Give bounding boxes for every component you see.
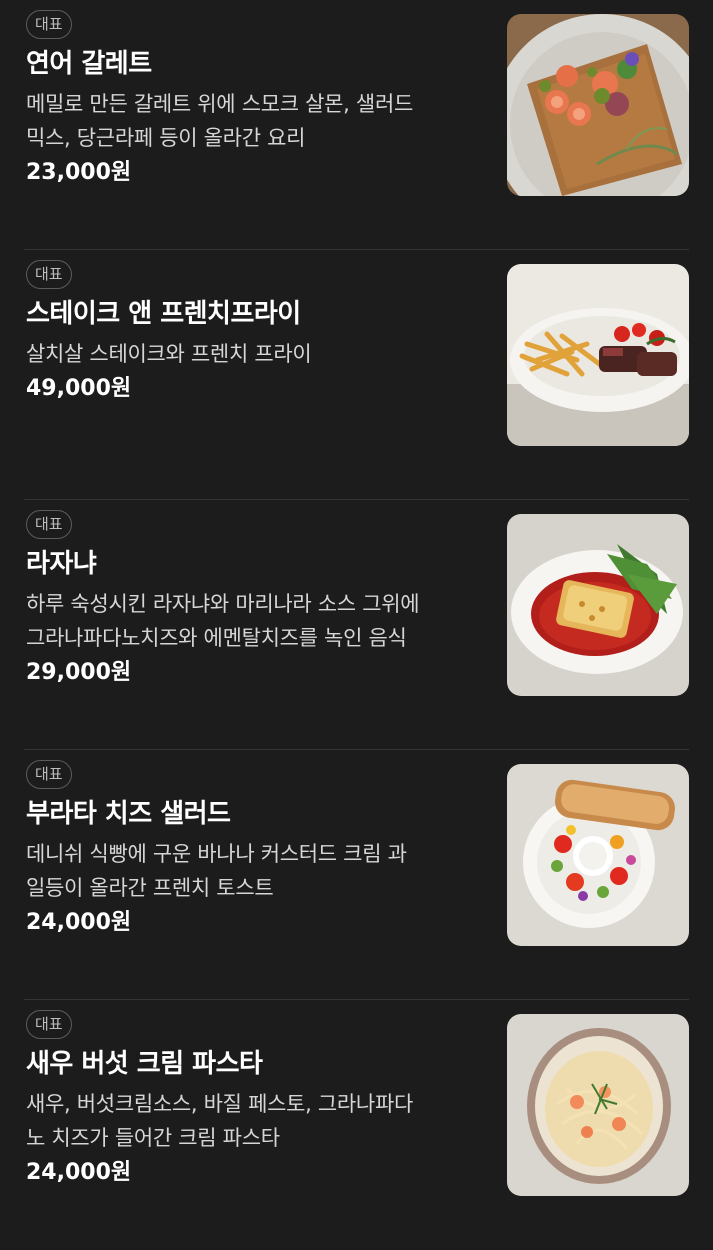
- menu-item-text: 대표 스테이크 앤 프렌치프라이 살치살 스테이크와 프렌치 프라이 49,00…: [26, 260, 476, 405]
- menu-item-burrata-salad[interactable]: 대표 부라타 치즈 샐러드 데니쉬 식빵에 구운 바나나 커스터드 크림 과 일…: [24, 750, 689, 1000]
- description-line: 데니쉬 식빵에 구운 바나나 커스터드 크림 과: [26, 842, 407, 866]
- menu-item-price: 29,000원: [26, 660, 132, 685]
- galette-photo-icon: [507, 14, 689, 196]
- galette-photo[interactable]: [507, 14, 689, 196]
- menu-item-name: 연어 갈레트: [26, 49, 152, 79]
- menu-item-description: 메밀로 만든 갈레트 위에 스모크 살몬, 샐러드 믹스, 당근라페 등이 올라…: [26, 87, 476, 155]
- steak-fries-photo-icon: [507, 264, 689, 446]
- signature-badge: 대표: [26, 1010, 72, 1039]
- menu-item-description: 데니쉬 식빵에 구운 바나나 커스터드 크림 과 일등이 올라간 프렌치 토스트: [26, 837, 476, 905]
- steak-fries-photo[interactable]: [507, 264, 689, 446]
- menu-item-price: 23,000원: [26, 160, 132, 185]
- burrata-salad-photo[interactable]: [507, 764, 689, 946]
- description-line: 살치살 스테이크와 프렌치 프라이: [26, 342, 312, 366]
- menu-item-price: 24,000원: [26, 910, 132, 935]
- description-line: 새우, 버섯크림소스, 바질 페스토, 그라나파다: [26, 1092, 413, 1116]
- menu-item-text: 대표 새우 버섯 크림 파스타 새우, 버섯크림소스, 바질 페스토, 그라나파…: [26, 1010, 476, 1189]
- menu-item-lasagna[interactable]: 대표 라자냐 하루 숙성시킨 라자냐와 마리나라 소스 그위에 그라나파다노치즈…: [24, 500, 689, 750]
- signature-badge: 대표: [26, 10, 72, 39]
- menu-item-price: 49,000원: [26, 376, 132, 401]
- description-line: 그라나파다노치즈와 에멘탈치즈를 녹인 음식: [26, 626, 407, 650]
- menu-item-text: 대표 연어 갈레트 메밀로 만든 갈레트 위에 스모크 살몬, 샐러드 믹스, …: [26, 10, 476, 189]
- menu-item-salmon-galette[interactable]: 대표 연어 갈레트 메밀로 만든 갈레트 위에 스모크 살몬, 샐러드 믹스, …: [24, 0, 689, 250]
- menu-item-description: 하루 숙성시킨 라자냐와 마리나라 소스 그위에 그라나파다노치즈와 에멘탈치즈…: [26, 587, 476, 655]
- menu-item-name: 라자냐: [26, 549, 97, 579]
- menu-item-name: 새우 버섯 크림 파스타: [26, 1049, 263, 1079]
- menu-item-description: 살치살 스테이크와 프렌치 프라이: [26, 337, 476, 371]
- menu-item-description: 새우, 버섯크림소스, 바질 페스토, 그라나파다 노 치즈가 들어간 크림 파…: [26, 1087, 476, 1155]
- menu-list: 대표 연어 갈레트 메밀로 만든 갈레트 위에 스모크 살몬, 샐러드 믹스, …: [0, 0, 713, 1250]
- signature-badge: 대표: [26, 260, 72, 289]
- signature-badge: 대표: [26, 510, 72, 539]
- lasagna-photo-icon: [507, 514, 689, 696]
- description-line: 믹스, 당근라페 등이 올라간 요리: [26, 126, 306, 150]
- lasagna-photo[interactable]: [507, 514, 689, 696]
- menu-item-text: 대표 라자냐 하루 숙성시킨 라자냐와 마리나라 소스 그위에 그라나파다노치즈…: [26, 510, 476, 689]
- signature-badge: 대표: [26, 760, 72, 789]
- menu-item-text: 대표 부라타 치즈 샐러드 데니쉬 식빵에 구운 바나나 커스터드 크림 과 일…: [26, 760, 476, 939]
- description-line: 노 치즈가 들어간 크림 파스타: [26, 1126, 280, 1150]
- cream-pasta-photo-icon: [507, 1014, 689, 1196]
- description-line: 일등이 올라간 프렌치 토스트: [26, 876, 274, 900]
- burrata-salad-photo-icon: [507, 764, 689, 946]
- menu-item-shrimp-cream-pasta[interactable]: 대표 새우 버섯 크림 파스타 새우, 버섯크림소스, 바질 페스토, 그라나파…: [24, 1000, 689, 1250]
- cream-pasta-photo[interactable]: [507, 1014, 689, 1196]
- description-line: 메밀로 만든 갈레트 위에 스모크 살몬, 샐러드: [26, 92, 413, 116]
- menu-item-name: 부라타 치즈 샐러드: [26, 799, 231, 829]
- menu-item-steak-fries[interactable]: 대표 스테이크 앤 프렌치프라이 살치살 스테이크와 프렌치 프라이 49,00…: [24, 250, 689, 500]
- menu-item-name: 스테이크 앤 프렌치프라이: [26, 299, 301, 329]
- menu-item-price: 24,000원: [26, 1160, 132, 1185]
- description-line: 하루 숙성시킨 라자냐와 마리나라 소스 그위에: [26, 592, 420, 616]
